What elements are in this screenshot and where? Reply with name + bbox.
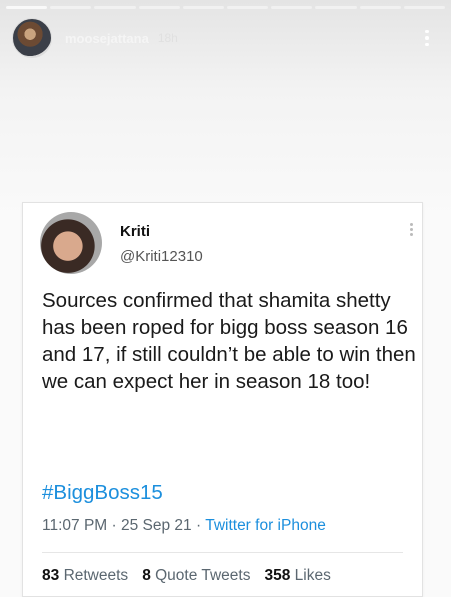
progress-segment xyxy=(271,6,313,9)
tweet-stats: 83 Retweets 8 Quote Tweets 358 Likes xyxy=(42,567,331,585)
divider xyxy=(42,552,403,553)
likes-stat: 358 Likes xyxy=(264,567,330,585)
tweet-menu-icon xyxy=(408,223,414,241)
story-avatar[interactable] xyxy=(12,18,52,58)
retweets-count: 83 xyxy=(42,567,60,584)
tweet-card: Kriti @Kriti12310 Sources confirmed that… xyxy=(22,202,423,597)
progress-segment xyxy=(6,6,48,9)
story-progress-bar xyxy=(6,6,446,9)
quote-tweets-count: 8 xyxy=(142,567,151,584)
story-username[interactable]: moosejattana xyxy=(65,31,149,46)
retweets-stat: 83 Retweets xyxy=(42,567,128,585)
retweets-label: Retweets xyxy=(63,567,129,584)
progress-segment xyxy=(94,6,136,9)
tweet-time: 11:07 PM xyxy=(42,517,108,534)
tweet-author-handle: @Kriti12310 xyxy=(120,248,203,265)
tweet-hashtag: #BiggBoss15 xyxy=(42,481,163,504)
progress-segment xyxy=(403,6,446,9)
likes-count: 358 xyxy=(264,567,291,584)
quote-tweets-stat: 8 Quote Tweets xyxy=(142,567,250,585)
vertical-ellipsis-icon[interactable] xyxy=(421,26,433,50)
tweet-date: 25 Sep 21 xyxy=(121,517,192,534)
quote-tweets-label: Quote Tweets xyxy=(155,567,251,584)
progress-segment xyxy=(359,6,401,9)
progress-segment xyxy=(50,6,92,9)
story-timestamp: 18h xyxy=(157,31,178,45)
meta-separator: · xyxy=(111,517,117,534)
tweet-meta: 11:07 PM · 25 Sep 21 · Twitter for iPhon… xyxy=(42,517,326,535)
progress-segment xyxy=(227,6,269,9)
tweet-text: Sources confirmed that shamita shetty ha… xyxy=(42,289,416,393)
likes-label: Likes xyxy=(294,567,331,584)
meta-separator: · xyxy=(196,517,202,534)
tweet-source: Twitter for iPhone xyxy=(205,517,326,534)
progress-segment xyxy=(138,6,180,9)
tweet-avatar xyxy=(40,212,102,274)
story-header: moosejattana 18h xyxy=(12,18,441,58)
progress-segment xyxy=(182,6,225,9)
progress-segment xyxy=(315,6,357,9)
tweet-author-name: Kriti xyxy=(120,223,150,240)
